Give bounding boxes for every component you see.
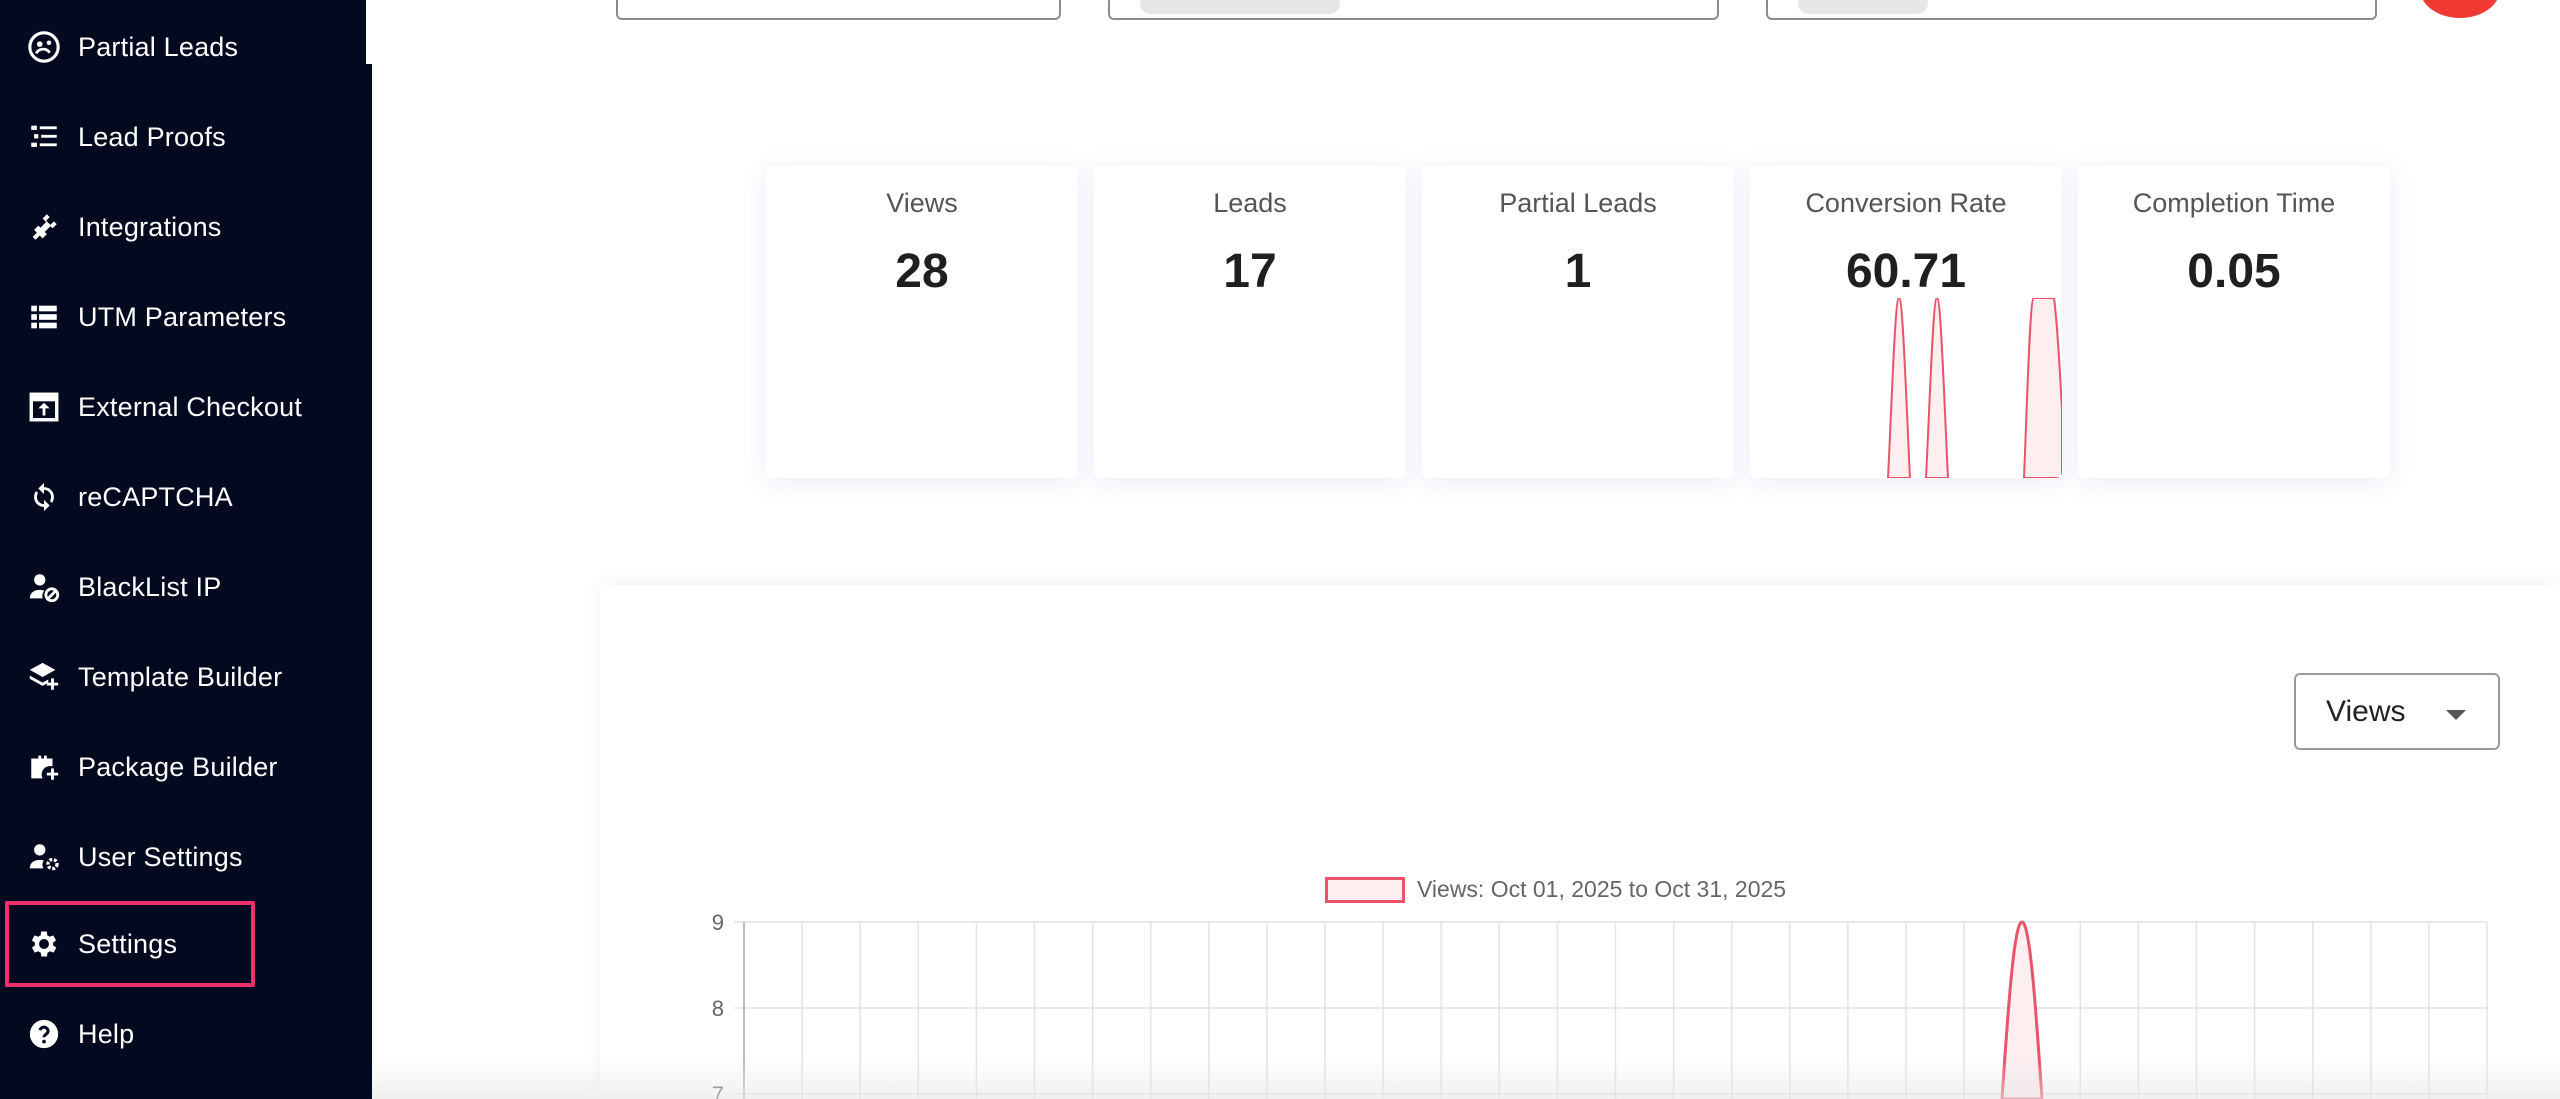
stat-title: Completion Time <box>2132 188 2336 218</box>
legend-label: Views: Oct 01, 2025 to Oct 31, 2025 <box>1417 876 1787 902</box>
sidebar-item-label: Lead Proofs <box>78 121 226 152</box>
sidebar-item-label: BlackList IP <box>78 571 222 602</box>
avatar[interactable] <box>2420 0 2500 18</box>
filter-chip <box>1140 0 1340 14</box>
metric-select[interactable]: Views <box>2294 673 2500 750</box>
chart-legend[interactable]: Views: Oct 01, 2025 to Oct 31, 2025 <box>1325 876 1786 903</box>
y-tick-label: 8 <box>712 996 724 1021</box>
sidebar-item-integrations[interactable]: Integrations <box>0 197 366 257</box>
filter-chip <box>1798 0 1928 14</box>
sidebar-item-label: Settings <box>78 928 178 959</box>
sidebar-item-label: Package Builder <box>78 751 278 782</box>
sidebar-item-lead-proofs[interactable]: Lead Proofs <box>0 107 366 167</box>
stat-title: Partial Leads <box>1499 188 1657 218</box>
sidebar-item-label: Integrations <box>78 211 222 242</box>
gear-icon <box>26 926 62 962</box>
sidebar-item-help[interactable]: Help <box>0 1004 366 1064</box>
sidebar-item-label: Partial Leads <box>78 31 239 62</box>
form-filter-select[interactable] <box>1108 0 1719 20</box>
lead-proofs-icon <box>26 119 62 155</box>
series-line-views <box>2000 920 2044 1099</box>
stat-title: Conversion Rate <box>1805 188 2007 218</box>
stat-value: 28 <box>895 245 949 298</box>
stat-value: 0.05 <box>2187 245 2281 298</box>
help-icon <box>26 1016 62 1052</box>
stat-card-views: Views 28 <box>766 166 1078 478</box>
caret-down-icon <box>2446 710 2466 720</box>
stat-value: 60.71 <box>1845 245 1967 298</box>
y-tick-label: 7 <box>712 1082 724 1099</box>
user-gear-icon <box>26 839 62 875</box>
stat-card-leads: Leads 17 <box>1094 166 1406 478</box>
sidebar-item-user-settings[interactable]: User Settings <box>0 827 366 887</box>
legend-swatch <box>1325 876 1405 903</box>
sidebar-item-label: UTM Parameters <box>78 301 287 332</box>
stat-value: 1 <box>1564 245 1592 298</box>
sidebar-item-label: reCAPTCHA <box>78 481 233 512</box>
sidebar-item-label: External Checkout <box>78 391 303 422</box>
user-block-icon <box>26 569 62 605</box>
partial-leads-icon <box>26 29 62 65</box>
sidebar-item-label: Template Builder <box>78 661 283 692</box>
refresh-icon <box>26 479 62 515</box>
sidebar-edge <box>366 0 372 64</box>
stat-card-partial-leads: Partial Leads 1 <box>1422 166 1734 478</box>
sidebar-item-settings[interactable]: Settings <box>5 901 255 987</box>
sidebar-item-utm-parameters[interactable]: UTM Parameters <box>0 287 366 347</box>
sidebar-item-template-builder[interactable]: Template Builder <box>0 647 366 707</box>
layers-plus-icon <box>26 659 62 695</box>
sidebar-item-package-builder[interactable]: Package Builder <box>0 737 366 797</box>
plug-icon <box>26 209 62 245</box>
metric-select-value: Views <box>2326 694 2406 728</box>
sidebar-item-external-checkout[interactable]: External Checkout <box>0 377 366 437</box>
stat-title: Leads <box>1213 188 1287 218</box>
date-filter-input[interactable] <box>616 0 1061 20</box>
sidebar-item-partial-leads[interactable]: Partial Leads <box>0 17 366 77</box>
views-line-chart: 9 8 7 <box>712 910 2488 1099</box>
sidebar-item-recaptcha[interactable]: reCAPTCHA <box>0 467 366 527</box>
briefcase-plus-icon <box>26 749 62 785</box>
sidebar-item-label: Help <box>78 1018 135 1049</box>
list-icon <box>26 299 62 335</box>
stat-card-completion-time: Completion Time 0.05 <box>2078 166 2390 478</box>
external-checkout-icon <box>26 389 62 425</box>
campaign-filter-select[interactable] <box>1766 0 2377 20</box>
conversion-sparkline <box>1886 298 2062 478</box>
y-tick-label: 9 <box>712 910 724 935</box>
stat-card-conversion-rate: Conversion Rate 60.71 <box>1750 166 2062 478</box>
sidebar-item-label: User Settings <box>78 841 243 872</box>
sidebar: Partial Leads Lead Proofs Integrations U… <box>0 0 372 1099</box>
sidebar-item-blacklist-ip[interactable]: BlackList IP <box>0 557 366 617</box>
stat-value: 17 <box>1223 245 1277 298</box>
stat-title: Views <box>886 188 958 218</box>
